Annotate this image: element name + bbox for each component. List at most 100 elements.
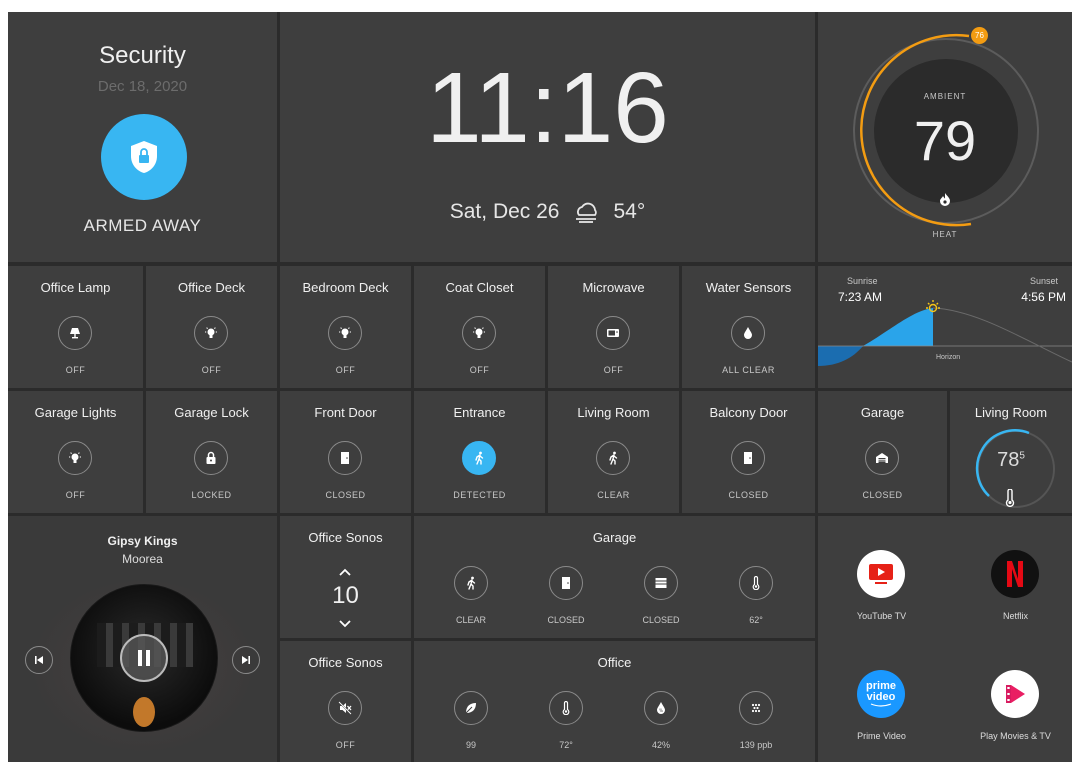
tile-state: OFF [335, 365, 356, 375]
next-button[interactable] [232, 646, 260, 674]
leaf-icon[interactable] [454, 691, 488, 725]
shield-icon[interactable] [101, 114, 187, 200]
tile-title: Coat Closet [445, 280, 514, 295]
media-player-tile[interactable]: Gipsy Kings Moorea [8, 516, 277, 762]
door-icon[interactable] [549, 566, 583, 600]
clock-tile: 11:16 Sat, Dec 26 54° [280, 12, 815, 262]
clock-date: Sat, Dec 26 [449, 200, 560, 223]
dashboard: Security Dec 18, 2020 ARMED AWAY 11:16 S… [8, 12, 1072, 762]
motion-icon[interactable] [462, 441, 496, 475]
tile-state: ALL CLEAR [722, 365, 775, 375]
tile-title: Office Lamp [40, 280, 111, 295]
horizon-label: Horizon [936, 354, 961, 361]
tile-title: Microwave [582, 280, 645, 295]
thermometer-icon[interactable] [549, 691, 583, 725]
tile-coat-closet[interactable]: Coat Closet OFF [414, 266, 545, 388]
microwave-icon[interactable] [596, 316, 630, 350]
sonos-volume-value: 10 [332, 582, 359, 609]
tile-garage[interactable]: Garage CLOSED [818, 391, 947, 513]
chevron-down-icon[interactable] [338, 616, 352, 634]
tile-water-sensors[interactable]: Water Sensors ALL CLEAR [682, 266, 815, 388]
sun-tile: Sunrise 7:23 AM Sunset 4:56 PM Horizon [818, 266, 1072, 388]
tile-garage-lights[interactable]: Garage Lights OFF [8, 391, 143, 513]
bulb-icon[interactable] [462, 316, 496, 350]
lock-icon[interactable] [194, 441, 228, 475]
bulb-icon[interactable] [194, 316, 228, 350]
tile-living-room-motion[interactable]: Living Room CLEAR [548, 391, 679, 513]
tile-title: Entrance [453, 405, 506, 420]
door-icon[interactable] [731, 441, 765, 475]
humidity-icon[interactable]: % [644, 691, 678, 725]
tile-living-room-temp[interactable]: Living Room 785 [950, 391, 1072, 513]
tile-front-door[interactable]: Front Door CLOSED [280, 391, 411, 513]
garage-door-icon[interactable] [644, 566, 678, 600]
thermostat-tile[interactable]: 76 AMBIENT 79 HEAT [818, 12, 1072, 262]
tile-title: Office Deck [178, 280, 245, 295]
motion-icon[interactable] [596, 441, 630, 475]
security-title: Security [99, 42, 186, 69]
tile-state: OFF [65, 490, 86, 500]
youtube-tv-icon[interactable] [857, 550, 905, 598]
garage-group-tile: Garage CLEAR CLOSED CLOSED 62° [414, 516, 815, 638]
sonos-mute-tile[interactable]: Office Sonos OFF [280, 641, 411, 762]
security-status: ARMED AWAY [83, 216, 202, 235]
tile-title: Garage Lock [174, 405, 249, 420]
water-drop-icon[interactable] [731, 316, 765, 350]
app-play-movies[interactable]: Play Movies & TV [945, 670, 1072, 760]
tile-bedroom-deck[interactable]: Bedroom Deck OFF [280, 266, 411, 388]
sensor-label: 42% [651, 740, 670, 750]
mute-icon[interactable] [328, 691, 362, 725]
sun-curve [818, 307, 1072, 366]
play-movies-icon[interactable] [991, 670, 1039, 718]
cloudy-icon [573, 201, 599, 223]
sensor-label: 99 [465, 740, 476, 750]
app-youtube-tv[interactable]: YouTube TV [818, 550, 945, 640]
tile-balcony-door[interactable]: Balcony Door CLOSED [682, 391, 815, 513]
app-netflix[interactable]: Netflix [945, 550, 1072, 640]
chevron-up-icon[interactable] [338, 564, 352, 582]
sensor-label: 139 ppb [739, 740, 773, 750]
media-track: Moorea [122, 552, 163, 566]
pause-button[interactable] [120, 634, 168, 682]
tile-state: CLOSED [862, 490, 903, 500]
guitar-icon [133, 697, 155, 727]
lamp-icon[interactable] [58, 316, 92, 350]
sun-icon [925, 299, 941, 320]
office-group-tile: Office 99 72° % 42% 139 ppb [414, 641, 815, 762]
thermostat-mode: HEAT [932, 230, 958, 239]
motion-icon[interactable] [454, 566, 488, 600]
air-quality-icon[interactable] [739, 691, 773, 725]
app-label: Netflix [1002, 611, 1028, 621]
tile-state: OFF [603, 365, 624, 375]
tile-state: LOCKED [191, 490, 232, 500]
bulb-icon[interactable] [328, 316, 362, 350]
tile-state: CLOSED [325, 490, 366, 500]
tile-title: Garage Lights [34, 405, 117, 420]
sensor-label: CLEAR [455, 615, 486, 625]
sensor-label: CLOSED [642, 615, 680, 625]
tile-title: Bedroom Deck [302, 280, 389, 295]
netflix-icon[interactable] [991, 550, 1039, 598]
tile-garage-lock[interactable]: Garage Lock LOCKED [146, 391, 277, 513]
tile-title: Living Room [974, 405, 1048, 420]
tile-title: Office [597, 655, 632, 670]
garage-icon[interactable] [865, 441, 899, 475]
setpoint-badge[interactable]: 76 [971, 27, 988, 44]
app-prime-video[interactable]: prime video Prime Video [818, 670, 945, 760]
tile-state: OFF [469, 365, 490, 375]
door-icon[interactable] [328, 441, 362, 475]
app-label: Play Movies & TV [980, 731, 1051, 741]
thermostat-value: 79 [913, 109, 977, 172]
tile-microwave[interactable]: Microwave OFF [548, 266, 679, 388]
thermometer-icon[interactable] [739, 566, 773, 600]
tile-entrance[interactable]: Entrance DETECTED [414, 391, 545, 513]
bulb-icon[interactable] [58, 441, 92, 475]
tile-office-deck[interactable]: Office Deck OFF [146, 266, 277, 388]
prime-video-icon[interactable]: prime video [857, 670, 905, 718]
previous-button[interactable] [25, 646, 53, 674]
tile-office-lamp[interactable]: Office Lamp OFF [8, 266, 143, 388]
svg-text:%: % [659, 708, 663, 713]
security-tile[interactable]: Security Dec 18, 2020 ARMED AWAY [8, 12, 277, 262]
temp-integer: 78 [997, 449, 1020, 471]
tile-state: OFF [201, 365, 222, 375]
